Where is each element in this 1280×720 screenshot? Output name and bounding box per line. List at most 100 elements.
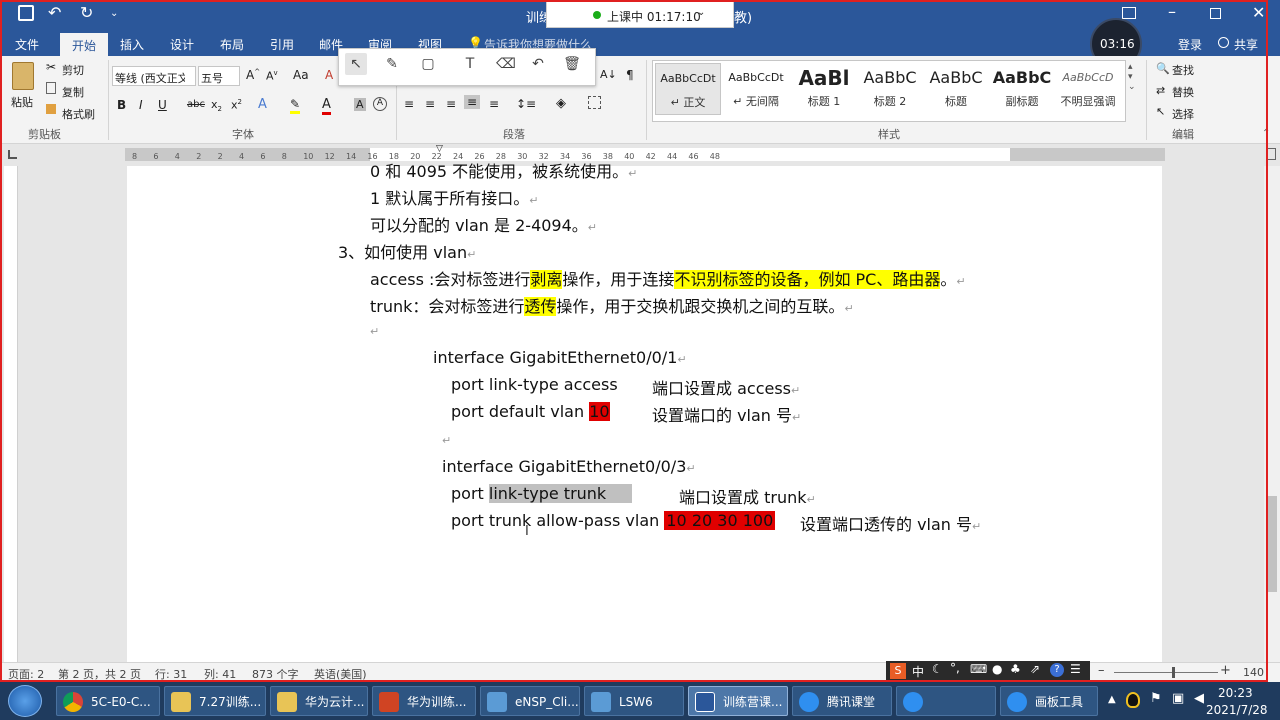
tab-file[interactable]: 文件 — [15, 36, 39, 53]
restore-icon[interactable] — [1210, 8, 1221, 19]
style-no-spacing[interactable]: AaBbCcDt ↵ 无间隔 — [723, 63, 789, 115]
enclose-char-icon[interactable]: A — [373, 97, 387, 111]
qq-icon[interactable] — [1126, 692, 1140, 708]
copy-button[interactable]: 复制 — [62, 84, 84, 100]
style-title[interactable]: AaBbC 标题 — [923, 63, 989, 115]
taskbar-folder-2[interactable]: 华为云计... — [270, 686, 368, 716]
vertical-scrollbar[interactable] — [1264, 166, 1280, 662]
change-case-icon[interactable]: Aa — [293, 68, 309, 82]
share-button[interactable]: 共享 — [1234, 36, 1258, 53]
undo-icon[interactable]: ↶ — [48, 3, 61, 22]
taskbar-tencent-class[interactable]: 腾讯课堂 — [792, 686, 892, 716]
text-effects-icon[interactable]: A — [258, 97, 267, 112]
punctuation-icon[interactable]: °, — [950, 661, 960, 675]
more-icon[interactable]: ☰ — [1070, 662, 1081, 676]
grow-font-icon[interactable]: A^ — [246, 68, 260, 82]
font-color-icon[interactable]: A — [322, 97, 331, 115]
style-subtle-emphasis[interactable]: AaBbCcD 不明显强调 — [1055, 63, 1121, 115]
tab-references[interactable]: 引用 — [270, 36, 294, 53]
justify-icon[interactable]: ≡ — [464, 95, 481, 109]
status-lang[interactable]: 英语(美国) — [314, 666, 367, 682]
status-page[interactable]: 页面: 2 — [8, 666, 44, 682]
zoom-out-icon[interactable]: – — [1098, 663, 1105, 678]
bold-icon[interactable]: B — [117, 98, 126, 112]
pointer-icon[interactable]: ↖ — [345, 53, 367, 75]
italic-icon[interactable]: I — [139, 98, 143, 112]
scroll-thumb[interactable] — [1267, 496, 1277, 592]
taskbar-chrome[interactable]: 5C-E0-C... — [56, 686, 160, 716]
taskbar-folder-1[interactable]: 7.27训练... — [164, 686, 266, 716]
text-icon[interactable]: T — [459, 53, 481, 75]
highlight-icon[interactable]: ✎ — [290, 97, 301, 114]
align-left-icon[interactable]: ≡ — [404, 97, 414, 111]
borders-icon[interactable] — [588, 96, 601, 109]
volume-icon[interactable]: ◀ — [1194, 691, 1204, 706]
distribute-icon[interactable]: ≡ — [489, 97, 499, 111]
subscript-icon[interactable]: x2 — [211, 98, 222, 113]
trash-icon[interactable]: 🗑 — [561, 53, 583, 75]
user-icon[interactable]: ● — [992, 662, 1002, 676]
align-center-icon[interactable]: ≡ — [425, 97, 435, 111]
select-button[interactable]: 选择 — [1172, 106, 1194, 122]
shrink-font-icon[interactable]: Av — [266, 69, 278, 83]
format-painter-button[interactable]: 格式刷 — [62, 106, 95, 122]
status-words[interactable]: 873 个字 — [252, 666, 299, 682]
style-normal[interactable]: AaBbCcDt ↵ 正文 — [655, 63, 721, 115]
clear-format-icon[interactable]: A — [325, 68, 333, 82]
tab-insert[interactable]: 插入 — [120, 36, 144, 53]
strikethrough-icon[interactable]: abc — [187, 99, 205, 110]
line-spacing-icon[interactable]: ↕≡ — [516, 97, 536, 111]
ruler-toggle-icon[interactable] — [1266, 148, 1276, 160]
paste-button[interactable]: 粘贴 — [11, 94, 33, 110]
moon-icon[interactable]: ☾ — [932, 662, 943, 676]
align-right-icon[interactable]: ≡ — [446, 97, 456, 111]
ribbon-display-icon[interactable] — [1122, 7, 1136, 19]
clock-date[interactable]: 2021/7/28 — [1206, 703, 1268, 717]
shirt-icon[interactable]: ♣ — [1010, 662, 1021, 676]
sort-icon[interactable]: A↓ — [600, 68, 617, 81]
flag-icon[interactable]: ⚑ — [1150, 691, 1162, 706]
char-shading-icon[interactable]: A — [354, 98, 366, 111]
class-status-bar[interactable]: 上课中 01:17:10 ⌄ — [546, 0, 734, 28]
pen-icon[interactable]: ✎ — [381, 53, 403, 75]
tab-design[interactable]: 设计 — [170, 36, 194, 53]
cut-button[interactable]: 剪切 — [62, 62, 84, 78]
style-subtitle[interactable]: AaBbC 副标题 — [989, 63, 1055, 115]
taskbar-drawing-tool[interactable]: 画板工具 — [1000, 686, 1098, 716]
styles-scroll-icon[interactable]: ▴ ▾ ⌄ — [1128, 62, 1136, 92]
show-marks-icon[interactable]: ¶ — [626, 68, 634, 82]
underline-icon[interactable]: U — [158, 98, 167, 112]
taskbar-word[interactable]: 训练营课... — [688, 686, 788, 716]
replace-button[interactable]: 替换 — [1172, 84, 1194, 100]
status-col[interactable]: 列: 41 — [204, 666, 236, 682]
help-icon[interactable]: ? — [1050, 663, 1064, 677]
chevron-down-icon[interactable]: ⌄ — [697, 7, 705, 18]
status-row[interactable]: 行: 31 — [155, 666, 187, 682]
rectangle-icon[interactable]: ▢ — [417, 53, 439, 75]
superscript-icon[interactable]: x2 — [231, 98, 242, 112]
zoom-in-icon[interactable]: + — [1220, 663, 1231, 678]
style-heading-1[interactable]: AaBl 标题 1 — [791, 63, 857, 115]
tab-home[interactable]: 开始 — [60, 33, 109, 56]
share-icon[interactable]: ⇗ — [1030, 662, 1040, 676]
sogou-icon[interactable]: S — [890, 663, 906, 679]
customize-qat-icon[interactable]: ⌄ — [110, 8, 118, 19]
close-icon[interactable]: ✕ — [1252, 3, 1265, 22]
font-size-select[interactable]: 五号 — [198, 66, 240, 86]
minimize-icon[interactable]: – — [1168, 2, 1176, 21]
taskbar-powerpoint[interactable]: 华为训练... — [372, 686, 476, 716]
tab-layout[interactable]: 布局 — [220, 36, 244, 53]
clock-time[interactable]: 20:23 — [1218, 686, 1253, 700]
document-page[interactable]: 0 和 4095 不能使用，被系统使用。↵ 1 默认属于所有接口。↵ 可以分配的… — [127, 162, 1162, 662]
zoom-thumb[interactable] — [1172, 667, 1175, 678]
taskbar-tencent-class-2[interactable] — [896, 686, 996, 716]
collapse-ribbon-icon[interactable]: ⌃ — [1262, 128, 1270, 139]
font-name-select[interactable]: 等线 (西文正文) — [112, 66, 196, 86]
vertical-ruler[interactable] — [4, 166, 18, 662]
network-icon[interactable]: ▣ — [1172, 691, 1184, 706]
horizontal-ruler[interactable]: ▽ 8 6 4 2 2 4 6 8 10 12 14 16 18 20 22 24 26 28 30 32 34 36 38… — [0, 144, 1280, 166]
style-heading-2[interactable]: AaBbC 标题 2 — [857, 63, 923, 115]
tray-expand-icon[interactable]: ▲ — [1108, 694, 1116, 705]
zoom-level[interactable]: 140 — [1243, 666, 1264, 679]
find-button[interactable]: 查找 — [1172, 62, 1194, 78]
